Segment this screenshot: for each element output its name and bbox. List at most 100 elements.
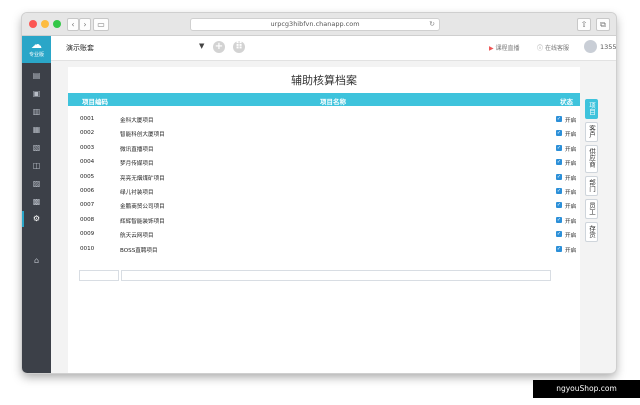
- status-checkbox[interactable]: ✓: [556, 188, 562, 194]
- row-code: 0009: [80, 231, 95, 238]
- row-name: 梦月传媒项目: [120, 161, 154, 168]
- table-row[interactable]: 0010 BOSS直聘项目 ✓ 开启: [68, 242, 580, 256]
- row-name: 智能科创大厦项目: [120, 132, 165, 139]
- asset-icon[interactable]: ◫: [29, 160, 44, 172]
- table-row[interactable]: 0009 航天云网项目 ✓ 开启: [68, 227, 580, 241]
- row-code: 0001: [80, 116, 95, 122]
- status-checkbox[interactable]: ✓: [556, 130, 562, 137]
- table-row[interactable]: 0002 智能科创大厦项目 ✓ 开启: [68, 126, 580, 140]
- side-tab[interactable]: 供应商: [585, 145, 598, 173]
- chart-icon[interactable]: ▥: [29, 106, 44, 118]
- table-row[interactable]: 0001 金科大厦项目 ✓ 开启: [68, 112, 580, 126]
- row-status: 开启: [565, 190, 577, 196]
- row-status: 开启: [565, 233, 577, 240]
- status-checkbox[interactable]: ✓: [556, 202, 562, 209]
- row-status: 开启: [565, 175, 577, 182]
- row-code: 0002: [80, 130, 95, 137]
- row-name: 金鹏商贸公司项目: [120, 204, 165, 211]
- minimize-window-button[interactable]: [41, 20, 49, 28]
- row-code: 0010: [80, 245, 95, 252]
- row-name: 金科大厦项目: [120, 118, 154, 124]
- new-code-input[interactable]: [79, 270, 119, 281]
- avatar[interactable]: [584, 40, 597, 53]
- row-status: 开启: [565, 132, 577, 139]
- row-code: 0003: [80, 144, 95, 151]
- caret-down-icon[interactable]: ▼: [199, 42, 204, 50]
- shop-icon[interactable]: ⌂: [29, 255, 44, 267]
- status-checkbox[interactable]: ✓: [556, 116, 562, 122]
- report-icon[interactable]: ▦: [29, 124, 44, 136]
- table-row[interactable]: 0004 梦月传媒项目 ✓ 开启: [68, 155, 580, 169]
- app-topbar: 演示账套 ▼ + ⠿ ▶ 课程直播 ⓘ 在线客服 13552485...: [51, 36, 616, 61]
- grid-button[interactable]: ⠿: [233, 41, 245, 53]
- row-code: 0007: [80, 202, 95, 209]
- row-name: BOSS直聘项目: [120, 247, 158, 254]
- course-link[interactable]: ▶ 课程直播: [489, 43, 520, 52]
- account-selector[interactable]: 演示账套: [66, 43, 94, 53]
- row-status: 开启: [565, 247, 577, 254]
- share-icon[interactable]: ⇧: [577, 18, 591, 31]
- settings-icon[interactable]: ⚙: [29, 213, 44, 225]
- row-status: 开启: [565, 161, 577, 168]
- chevron-left-icon[interactable]: ‹: [67, 18, 79, 31]
- tabs-icon[interactable]: ⧉: [596, 18, 610, 31]
- app-logo[interactable]: ☁ 专业版: [22, 36, 51, 63]
- help-icon: ⓘ: [537, 45, 544, 52]
- cloud-icon: ☁: [31, 38, 42, 51]
- url-text: urpcg3hibfvn.chanapp.com: [270, 20, 360, 28]
- row-code: 0005: [80, 173, 95, 180]
- maximize-window-button[interactable]: [53, 20, 61, 28]
- side-tab[interactable]: 部门: [585, 176, 598, 196]
- user-name[interactable]: 13552485...: [600, 43, 616, 51]
- side-tab-label: 项目: [587, 102, 596, 115]
- column-header-status: 状态: [560, 98, 573, 106]
- watermark: ngyouShop.com: [533, 380, 640, 398]
- column-header-name: 项目名称: [320, 98, 346, 106]
- status-checkbox[interactable]: ✓: [556, 231, 562, 238]
- side-tab[interactable]: 员工: [585, 199, 598, 219]
- status-checkbox[interactable]: ✓: [556, 245, 562, 252]
- side-tab[interactable]: 客户: [585, 122, 598, 142]
- row-status: 开启: [565, 118, 577, 124]
- side-tab[interactable]: 项目: [585, 99, 598, 119]
- side-tab-label: 供应商: [587, 148, 596, 168]
- row-code: 0008: [80, 216, 95, 223]
- address-bar[interactable]: urpcg3hibfvn.chanapp.com ↻: [190, 18, 440, 31]
- table-row[interactable]: 0005 亮亮无烟煤矿项目 ✓ 开启: [68, 170, 580, 184]
- table-row[interactable]: 0006 绿儿衬装项目 ✓ 开启: [68, 184, 580, 198]
- status-checkbox[interactable]: ✓: [556, 216, 562, 223]
- voucher-icon[interactable]: ▣: [29, 88, 44, 100]
- close-window-button[interactable]: [29, 20, 37, 28]
- add-account-button[interactable]: +: [213, 41, 225, 53]
- chevron-right-icon[interactable]: ›: [79, 18, 91, 31]
- payroll-icon[interactable]: ▨: [29, 178, 44, 190]
- side-tab-label: 存货: [587, 225, 596, 238]
- course-label: 课程直播: [495, 45, 520, 52]
- sidebar: ☁ 专业版 ▤ ▣ ▥ ▦ ▧ ◫ ▨ ▩ ⚙ ⌂: [22, 36, 51, 373]
- row-name: 绿儿衬装项目: [120, 190, 154, 196]
- table-row[interactable]: 0003 微讯直播项目 ✓ 开启: [68, 141, 580, 155]
- side-tab-label: 客户: [587, 125, 596, 138]
- row-status: 开启: [565, 146, 577, 153]
- invoice-icon[interactable]: ▧: [29, 142, 44, 154]
- side-tab-label: 部门: [587, 179, 596, 192]
- table-row[interactable]: 0008 辉辉智能装饰项目 ✓ 开启: [68, 213, 580, 227]
- row-code: 0006: [80, 188, 95, 194]
- help-link[interactable]: ⓘ 在线客服: [537, 43, 569, 52]
- new-name-input[interactable]: [121, 270, 551, 281]
- side-tab-label: 员工: [587, 202, 596, 215]
- tax-icon[interactable]: ▩: [29, 196, 44, 208]
- help-label: 在线客服: [544, 45, 569, 52]
- status-checkbox[interactable]: ✓: [556, 144, 562, 151]
- status-checkbox[interactable]: ✓: [556, 159, 562, 166]
- ledger-icon[interactable]: ▤: [29, 70, 44, 82]
- page-title: 辅助核算档案: [291, 74, 357, 87]
- sidebar-toggle-icon[interactable]: ▭: [93, 18, 109, 31]
- side-tab[interactable]: 存货: [585, 222, 598, 242]
- reload-icon[interactable]: ↻: [429, 19, 435, 30]
- table-row[interactable]: 0007 金鹏商贸公司项目 ✓ 开启: [68, 198, 580, 212]
- row-code: 0004: [80, 159, 95, 166]
- status-checkbox[interactable]: ✓: [556, 173, 562, 180]
- row-name: 亮亮无烟煤矿项目: [120, 175, 165, 182]
- browser-titlebar: ‹ › ▭ urpcg3hibfvn.chanapp.com ↻ ⇧ ⧉: [22, 13, 616, 36]
